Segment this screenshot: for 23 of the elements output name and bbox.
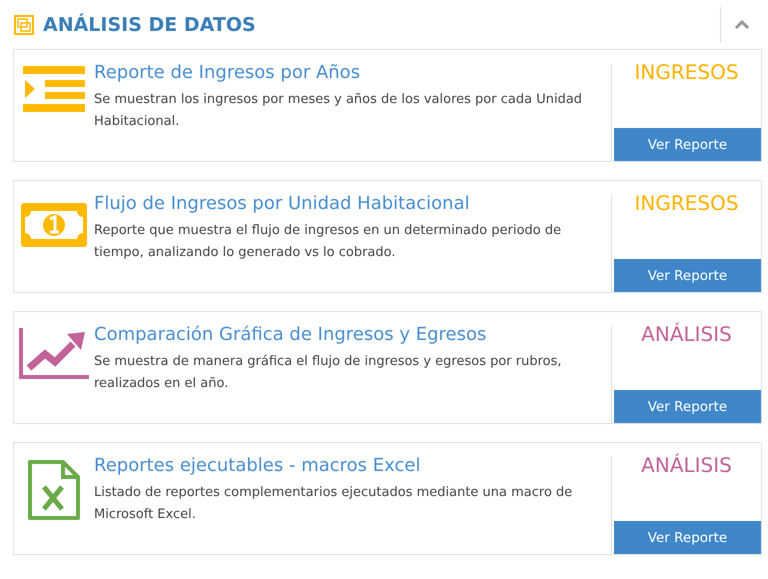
report-title: Reporte de Ingresos por Años	[94, 62, 362, 83]
report-description: Se muestra de manera gráfica el flujo de ingresos y egresos por rubros, realizados en el año.	[94, 353, 563, 393]
spreadsheet-file-icon	[27, 459, 81, 521]
view-report-button[interactable]: Ver Reporte	[614, 128, 761, 161]
panel-title: ANÁLISIS DE DATOS	[43, 14, 257, 36]
list-icon	[23, 66, 85, 112]
view-report-button[interactable]: Ver Reporte	[614, 259, 761, 292]
trend-chart-icon	[19, 328, 89, 380]
category-label: ANÁLISIS	[641, 322, 732, 346]
view-report-button[interactable]: Ver Reporte	[614, 521, 761, 554]
report-title: Reportes ejecutables - macros Excel	[94, 455, 422, 476]
view-report-button[interactable]: Ver Reporte	[614, 390, 761, 423]
report-title: Flujo de Ingresos por Unidad Habitacional	[94, 193, 471, 214]
report-description: Reporte que muestra el flujo de ingresos en un determinado periodo de tiempo, analizando lo generado vs lo cobrado.	[94, 222, 562, 262]
category-label: ANÁLISIS	[641, 453, 732, 477]
report-title: Comparación Gráfica de Ingresos y Egresos	[94, 324, 488, 345]
frames-icon	[13, 14, 35, 36]
report-description: Se muestran los ingresos por meses y años de los valores por cada Unidad Habitacional.	[94, 91, 584, 131]
report-description: Listado de reportes complementarios ejecutados mediante una macro de Microsoft Excel.	[94, 484, 574, 524]
category-label: INGRESOS	[634, 191, 739, 215]
category-label: INGRESOS	[634, 60, 739, 84]
chevron-icon	[734, 20, 750, 30]
banknote-icon	[21, 203, 87, 247]
